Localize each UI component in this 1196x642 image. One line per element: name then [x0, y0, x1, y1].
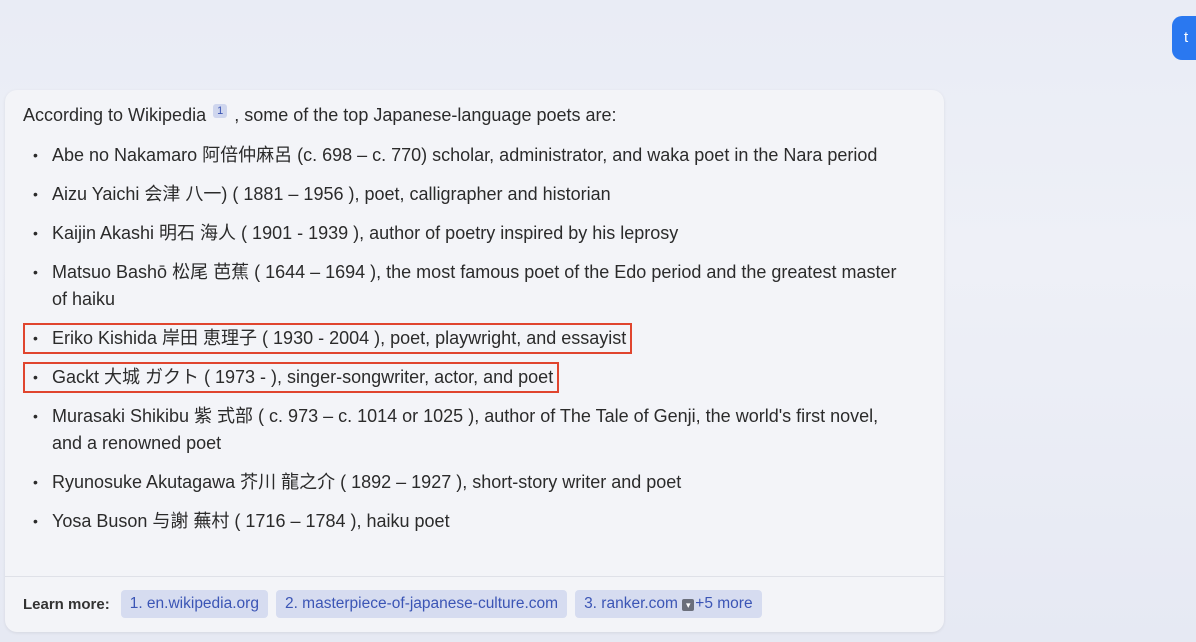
- poet-text: Eriko Kishida 岸田 恵理子 ( 1930 - 2004 ), po…: [52, 328, 627, 348]
- poet-list: • Abe no Nakamaro 阿倍仲麻呂 (c. 698 – c. 770)…: [22, 142, 905, 547]
- list-item: • Aizu Yaichi 会津 八一) ( 1881 – 1956 ), poe…: [25, 181, 905, 208]
- poet-text: Aizu Yaichi 会津 八一) ( 1881 – 1956 ), poet…: [52, 184, 611, 204]
- list-item: • Murasaki Shikibu 紫 式部 ( c. 973 – c. 101…: [25, 403, 905, 457]
- poet-text: Ryunosuke Akutagawa 芥川 龍之介 ( 1892 – 1927…: [52, 472, 682, 492]
- answer-card: According to Wikipedia 1 , some of the t…: [5, 90, 944, 632]
- bullet-icon: •: [33, 513, 38, 529]
- list-item: • Matsuo Bashō 松尾 芭蕉 ( 1644 – 1694 ), the…: [25, 259, 905, 313]
- list-item: • Abe no Nakamaro 阿倍仲麻呂 (c. 698 – c. 770)…: [25, 142, 905, 169]
- learn-more-label: Learn more:: [23, 595, 110, 613]
- bullet-icon: •: [33, 408, 38, 424]
- bullet-icon: •: [33, 264, 38, 280]
- expand-icon: ▾: [682, 599, 695, 611]
- list-item-highlighted: • Eriko Kishida 岸田 恵理子 ( 1930 - 2004 ), p…: [22, 323, 633, 354]
- poet-text: Matsuo Bashō 松尾 芭蕉 ( 1644 – 1694 ), the …: [52, 262, 897, 309]
- list-item: • Yosa Buson 与謝 蕪村 ( 1716 – 1784 ), haiku…: [25, 508, 905, 535]
- bullet-icon: •: [33, 147, 38, 163]
- source-link-ranker-label: 3. ranker.com: [584, 595, 678, 612]
- intro-text: According to Wikipedia: [23, 105, 207, 125]
- source-link-masterpiece[interactable]: 2. masterpiece-of-japanese-culture.com: [275, 590, 568, 618]
- source-link-wikipedia[interactable]: 1. en.wikipedia.org: [120, 590, 268, 618]
- poet-text: Yosa Buson 与謝 蕪村 ( 1716 – 1784 ), haiku …: [52, 511, 450, 531]
- learn-more-bar: Learn more: 1. en.wikipedia.org 2. maste…: [23, 589, 762, 619]
- bullet-icon: •: [33, 474, 38, 490]
- top-right-button[interactable]: t: [1172, 16, 1196, 60]
- citation-link[interactable]: 1: [213, 104, 228, 118]
- bullet-icon: •: [33, 186, 38, 202]
- bullet-icon: •: [33, 225, 38, 241]
- more-sources-link[interactable]: +5 more: [695, 595, 752, 612]
- bullet-icon: •: [33, 330, 38, 346]
- list-item: • Kaijin Akashi 明石 海人 ( 1901 - 1939 ), au…: [25, 220, 905, 247]
- list-item: • Ryunosuke Akutagawa 芥川 龍之介 ( 1892 – 192…: [25, 469, 905, 496]
- list-item-highlighted: • Gackt 大城 ガクト ( 1973 - ), singer-songwri…: [22, 362, 560, 393]
- poet-text: Kaijin Akashi 明石 海人 ( 1901 - 1939 ), aut…: [52, 223, 679, 243]
- divider: [5, 576, 944, 577]
- poet-text: Abe no Nakamaro 阿倍仲麻呂 (c. 698 – c. 770) …: [52, 145, 878, 165]
- bullet-icon: •: [33, 369, 38, 385]
- poet-text: Gackt 大城 ガクト ( 1973 - ), singer-songwrit…: [52, 367, 554, 387]
- answer-intro: According to Wikipedia 1 , some of the t…: [23, 104, 617, 126]
- source-link-ranker[interactable]: 3. ranker.com ▾ +5 more: [575, 590, 762, 618]
- intro-text-rest: , some of the top Japanese-language poet…: [234, 105, 617, 125]
- poet-text: Murasaki Shikibu 紫 式部 ( c. 973 – c. 1014…: [52, 406, 879, 453]
